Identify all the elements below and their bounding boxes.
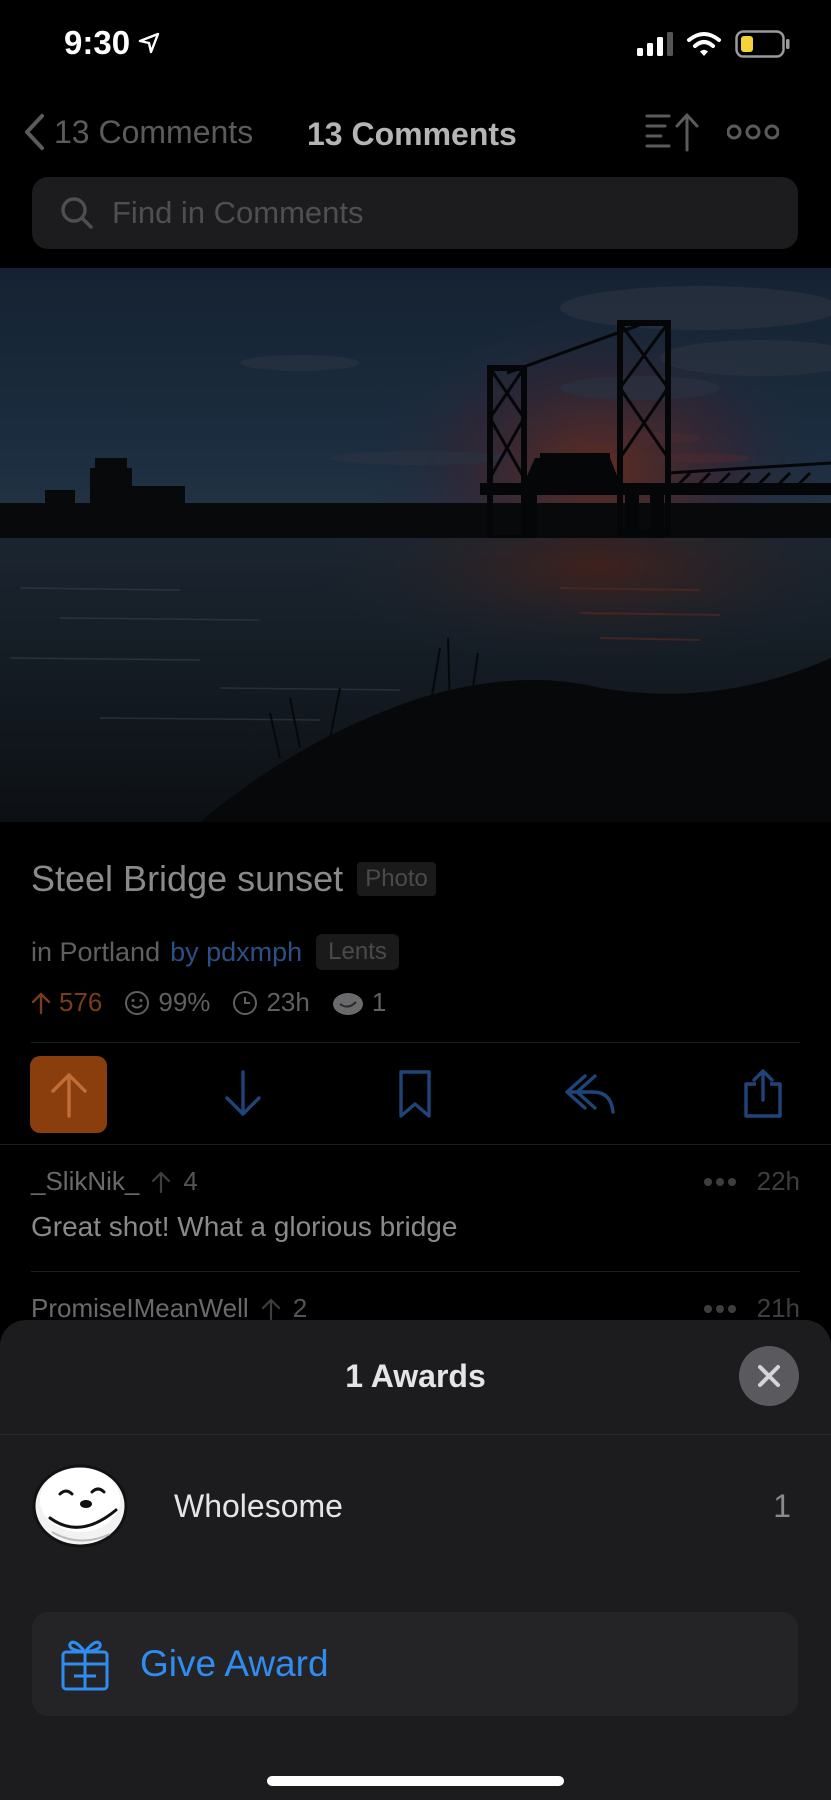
wifi-icon	[687, 32, 721, 56]
post-flair: Photo	[357, 862, 436, 896]
award-name: Wholesome	[174, 1488, 343, 1524]
award-item[interactable]: Wholesome 1	[0, 1456, 831, 1556]
more-options-icon[interactable]	[703, 1177, 737, 1187]
smiley-icon	[125, 990, 150, 1015]
awards-stat[interactable]: 1	[332, 987, 386, 1018]
post-title[interactable]: Steel Bridge sunset	[31, 858, 343, 900]
wholesome-award-icon	[332, 992, 363, 1015]
search-placeholder: Find in Comments	[112, 195, 364, 230]
clock-icon	[233, 990, 258, 1015]
comment-author[interactable]: _SlikNik_	[31, 1166, 139, 1197]
gift-icon	[61, 1640, 109, 1691]
battery-icon	[735, 30, 790, 58]
ratio-value: 99%	[158, 987, 211, 1017]
home-indicator[interactable]	[267, 1776, 564, 1786]
close-button[interactable]	[739, 1346, 799, 1406]
arrow-up-icon	[50, 1072, 87, 1118]
comment[interactable]: _SlikNik_ 4 22h Great shot! What a glori…	[31, 1166, 800, 1243]
back-label: 13 Comments	[54, 113, 254, 150]
subreddit-link[interactable]: in Portland	[31, 937, 160, 968]
downvote-button[interactable]	[222, 1068, 264, 1120]
bookmark-button[interactable]	[396, 1068, 434, 1120]
score-stat: 576	[31, 987, 102, 1018]
user-flair: Lents	[316, 934, 399, 970]
divider	[0, 1144, 831, 1145]
sheet-title: 1 Awards	[345, 1358, 486, 1394]
share-button[interactable]	[742, 1068, 784, 1120]
chevron-left-icon	[25, 114, 44, 150]
divider	[31, 1271, 800, 1272]
comment-age: 22h	[756, 1166, 800, 1196]
awards-sheet: 1 Awards Wholesome 1 Give Award	[0, 1320, 831, 1800]
upvote-button[interactable]	[30, 1056, 107, 1133]
close-icon	[758, 1365, 780, 1387]
cellular-signal-icon	[637, 32, 673, 56]
age-stat: 23h	[232, 987, 310, 1018]
arrow-up-icon	[31, 992, 51, 1014]
comment-body: Great shot! What a glorious bridge	[31, 1211, 458, 1242]
status-bar: 9:30	[0, 0, 831, 90]
post-image[interactable]	[0, 268, 831, 822]
sort-icon[interactable]	[643, 110, 703, 154]
arrow-up-icon	[261, 1298, 280, 1320]
more-options-icon[interactable]	[703, 1304, 737, 1314]
divider	[31, 1042, 800, 1043]
award-count: 1	[773, 1488, 791, 1524]
divider	[0, 1434, 831, 1435]
age-value: 23h	[266, 987, 310, 1017]
comment-score: 4	[183, 1166, 198, 1196]
search-input[interactable]: Find in Comments	[32, 177, 798, 249]
give-award-button[interactable]: Give Award	[32, 1612, 798, 1716]
author-link[interactable]: by pdxmph	[170, 937, 302, 968]
wholesome-award-icon	[32, 1464, 128, 1548]
post-stats: 576 99% 23h 1	[31, 987, 386, 1018]
give-award-label: Give Award	[140, 1643, 329, 1684]
page-title: 13 Comments	[307, 116, 517, 152]
location-arrow-icon	[138, 32, 160, 54]
reply-button[interactable]	[563, 1068, 617, 1120]
more-options-icon[interactable]	[727, 123, 779, 141]
status-time: 9:30	[64, 24, 131, 61]
bridge-sunset-photo	[0, 268, 831, 822]
awards-count: 1	[371, 987, 387, 1017]
score-value: 576	[59, 987, 103, 1017]
ratio-stat: 99%	[124, 987, 210, 1018]
back-button[interactable]: 13 Comments	[22, 112, 253, 152]
navigation-bar: 13 Comments 13 Comments	[0, 100, 831, 170]
search-icon	[61, 197, 93, 229]
arrow-up-icon	[152, 1171, 171, 1193]
